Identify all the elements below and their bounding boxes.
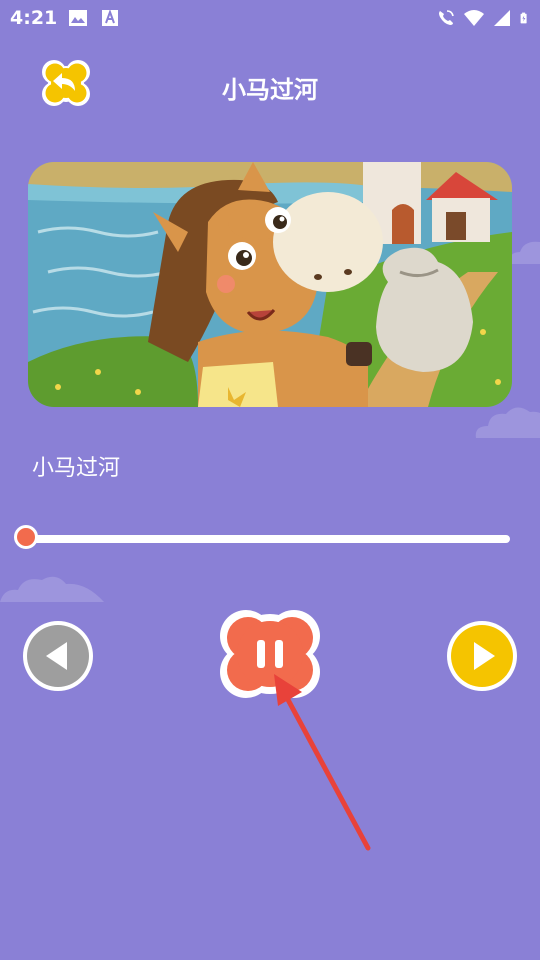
image-icon: [69, 10, 87, 26]
next-button[interactable]: [446, 620, 518, 692]
phone-wifi-icon: [439, 10, 454, 25]
signal-icon: [494, 10, 510, 26]
previous-button[interactable]: [22, 620, 94, 692]
progress-slider[interactable]: [14, 524, 514, 554]
cloud-decoration: [0, 576, 104, 602]
status-time: 4:21: [10, 7, 58, 29]
progress-thumb[interactable]: [14, 525, 38, 549]
play-pause-button[interactable]: [212, 602, 328, 708]
text-a-icon: [102, 9, 118, 26]
page-title: 小马过河: [222, 76, 318, 104]
battery-icon: [520, 12, 527, 24]
progress-track[interactable]: [28, 535, 510, 543]
wifi-icon: [464, 10, 484, 26]
header: 小马过河: [0, 50, 540, 120]
track-title: 小马过河: [32, 456, 121, 481]
status-bar: 4:21: [0, 0, 540, 36]
story-cover-image: [28, 162, 512, 407]
